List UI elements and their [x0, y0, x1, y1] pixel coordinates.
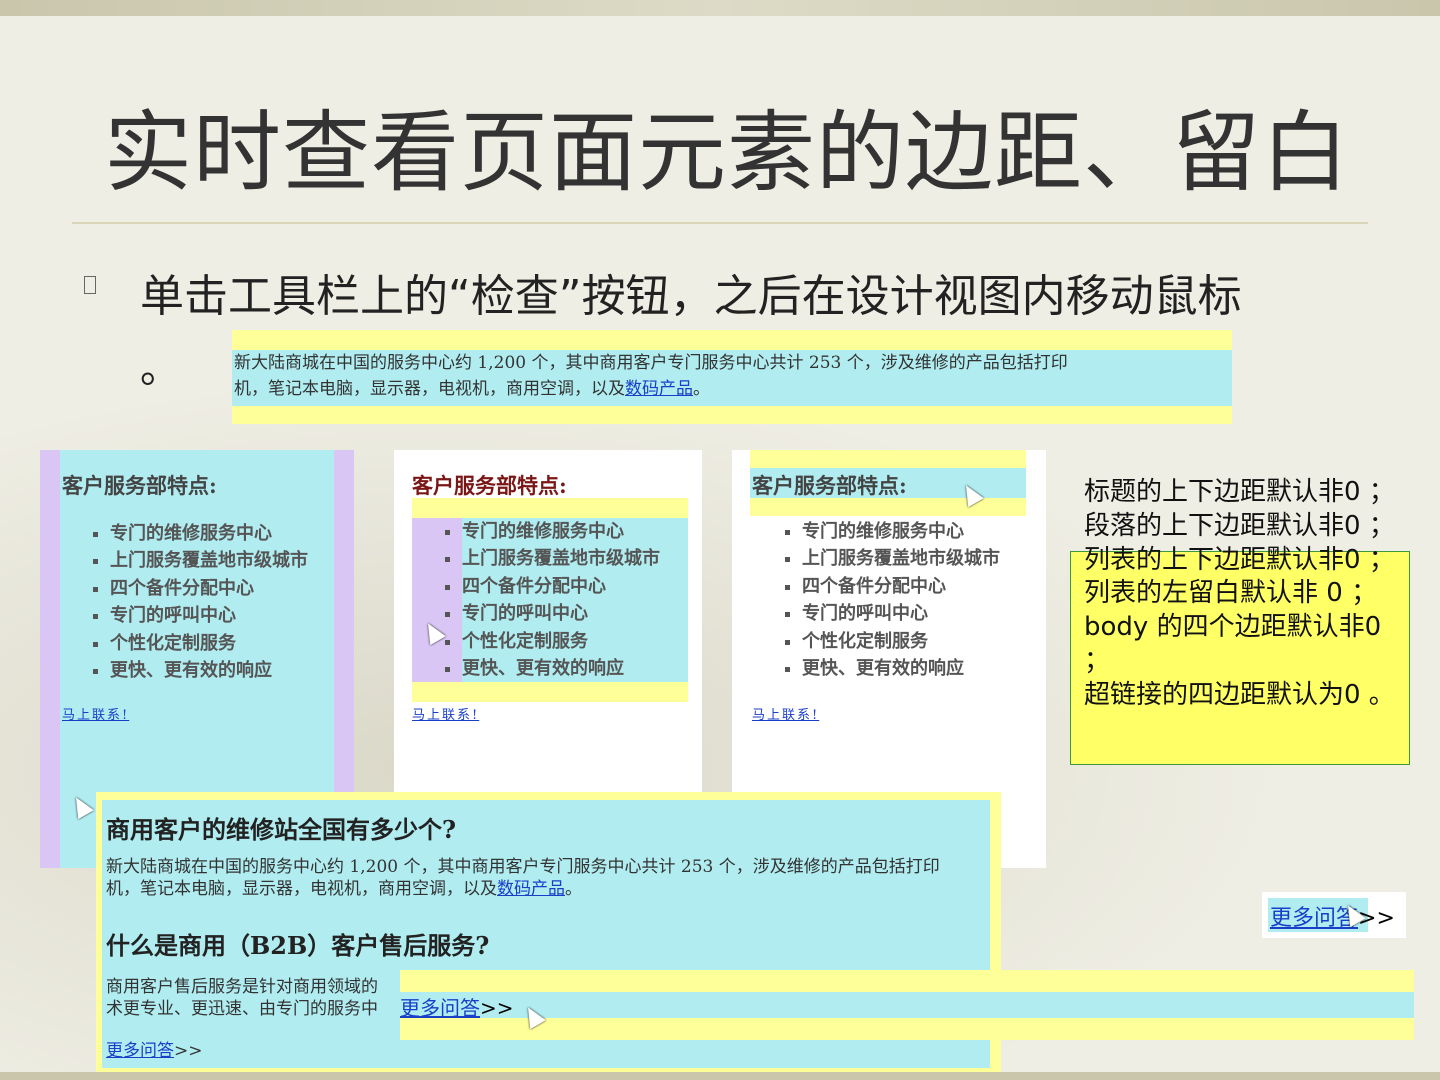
- answer2-line-2: 术更专业、更迅速、由专门的服务中: [106, 999, 378, 1019]
- note-line: 超链接的四边距默认为0 。: [1084, 679, 1395, 710]
- list-item: 四个备件分配中心: [462, 573, 660, 600]
- list-item: 个性化定制服务: [110, 630, 308, 657]
- question-heading-2: 什么是商用（B2B）客户售后服务?: [106, 931, 490, 960]
- note-line: 列表的上下边距默认非0 ；: [1084, 544, 1395, 575]
- more-qa-link[interactable]: 更多问答: [106, 1041, 174, 1061]
- question-heading-1: 商用客户的维修站全国有多少个?: [106, 815, 457, 844]
- panel-title: 客户服务部特点:: [62, 473, 217, 498]
- list-item: 上门服务覆盖地市级城市: [462, 545, 660, 572]
- list-item: 更快、更有效的响应: [110, 657, 308, 684]
- contact-link[interactable]: 马上联系!: [752, 704, 819, 723]
- list-item: 专门的维修服务中心: [802, 518, 1000, 545]
- more-qa-line: 更多问答>>: [106, 1041, 203, 1061]
- list-item: 上门服务覆盖地市级城市: [110, 547, 308, 574]
- answer2-line-1: 商用客户售后服务是针对商用领域的: [106, 977, 378, 997]
- list-item: 个性化定制服务: [802, 628, 1000, 655]
- link-strip-highlight: [400, 992, 1414, 1018]
- list-item: 专门的维修服务中心: [110, 520, 308, 547]
- contact-link[interactable]: 马上联系!: [62, 704, 129, 723]
- digital-products-link[interactable]: 数码产品: [625, 379, 693, 399]
- list-item: 个性化定制服务: [462, 628, 660, 655]
- list-item: 专门的呼叫中心: [802, 600, 1000, 627]
- paragraph-margin-sample: 新大陆商城在中国的服务中心约 1,200 个，其中商用客户专门服务中心共计 25…: [232, 330, 1232, 424]
- answer-line-1: 新大陆商城在中国的服务中心约 1,200 个，其中商用客户专门服务中心共计 25…: [106, 857, 940, 877]
- panel-title: 客户服务部特点:: [752, 473, 907, 498]
- title-divider: [72, 222, 1368, 224]
- list-item: 更快、更有效的响应: [802, 655, 1000, 682]
- list-item: 更快、更有效的响应: [462, 655, 660, 682]
- margin-notes: 标题的上下边距默认非0 ； 段落的上下边距默认非0 ； 列表的上下边距默认非0 …: [1084, 476, 1404, 713]
- paragraph-line-1: 新大陆商城在中国的服务中心约 1,200 个，其中商用客户专门服务中心共计 25…: [234, 353, 1068, 373]
- contact-link[interactable]: 马上联系!: [412, 704, 479, 723]
- link-margin-strip: 更多问答>>: [400, 970, 1414, 1040]
- bullet-text: 单击工具栏上的“检查”按钮，之后在设计视图内移动鼠标: [140, 271, 1242, 322]
- top-decor-bar: [0, 0, 1440, 16]
- service-list: 专门的维修服务中心 上门服务覆盖地市级城市 四个备件分配中心 专门的呼叫中心 个…: [110, 520, 308, 684]
- service-list: 专门的维修服务中心 上门服务覆盖地市级城市 四个备件分配中心 专门的呼叫中心 个…: [462, 518, 660, 682]
- list-padding-highlight: [412, 518, 462, 682]
- slide-title: 实时查看页面元素的边距、留白: [104, 101, 1351, 204]
- list-item: 上门服务覆盖地市级城市: [802, 545, 1000, 572]
- note-line: 列表的左留白默认非 0 ；: [1084, 578, 1378, 609]
- answer-line-2: 机，笔记本电脑，显示器，电视机，商用空调，以及数码产品。: [106, 879, 582, 899]
- list-item: 四个备件分配中心: [802, 573, 1000, 600]
- list-item: 专门的维修服务中心: [462, 518, 660, 545]
- strip-more-qa: 更多问答>>: [400, 996, 514, 1020]
- link-margin-sample: 更多问答>>: [1262, 892, 1406, 938]
- list-item: 专门的呼叫中心: [462, 600, 660, 627]
- note-line: 段落的上下边距默认非0 ；: [1084, 510, 1395, 541]
- bullet-tail: 。: [140, 346, 180, 392]
- service-list: 专门的维修服务中心 上门服务覆盖地市级城市 四个备件分配中心 专门的呼叫中心 个…: [802, 518, 1000, 682]
- panel-title: 客户服务部特点:: [412, 473, 567, 498]
- more-qa-link[interactable]: 更多问答: [400, 996, 480, 1020]
- paragraph-content: 新大陆商城在中国的服务中心约 1,200 个，其中商用客户专门服务中心共计 25…: [232, 350, 1232, 406]
- list-item: 专门的呼叫中心: [110, 602, 308, 629]
- square-bullet-icon: [84, 276, 96, 294]
- bottom-decor-bar: [0, 1072, 1440, 1080]
- note-line: body 的四个边距默认非0 ；: [1084, 612, 1390, 676]
- more-qa-text: 更多问答>>: [1270, 906, 1395, 931]
- digital-products-link[interactable]: 数码产品: [497, 879, 565, 899]
- list-item: 四个备件分配中心: [110, 575, 308, 602]
- paragraph-line-2: 机，笔记本电脑，显示器，电视机，商用空调，以及数码产品。: [234, 379, 710, 399]
- note-line: 标题的上下边距默认非0 ；: [1084, 477, 1395, 507]
